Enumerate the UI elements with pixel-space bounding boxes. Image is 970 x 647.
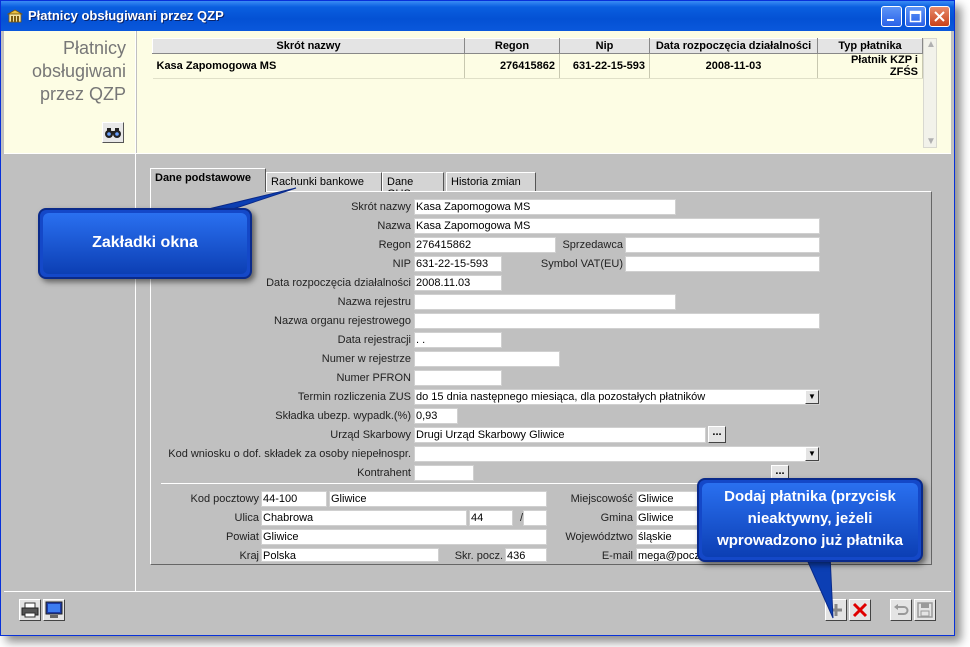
callout-pointer: [804, 554, 834, 619]
callout-line: nieaktywny, jeżeli: [747, 510, 873, 527]
callout-add-text: Dodaj płatnika (przycisk nieaktywny, jeż…: [699, 486, 921, 552]
callout-line: wprowadzono już płatnika: [717, 532, 903, 549]
callout-add-payer: Dodaj płatnika (przycisk nieaktywny, jeż…: [697, 478, 923, 562]
callout-tabs: Zakładki okna: [38, 208, 252, 279]
callout-line: Dodaj płatnika (przycisk: [724, 488, 896, 505]
callout-tabs-text: Zakładki okna: [92, 234, 198, 251]
